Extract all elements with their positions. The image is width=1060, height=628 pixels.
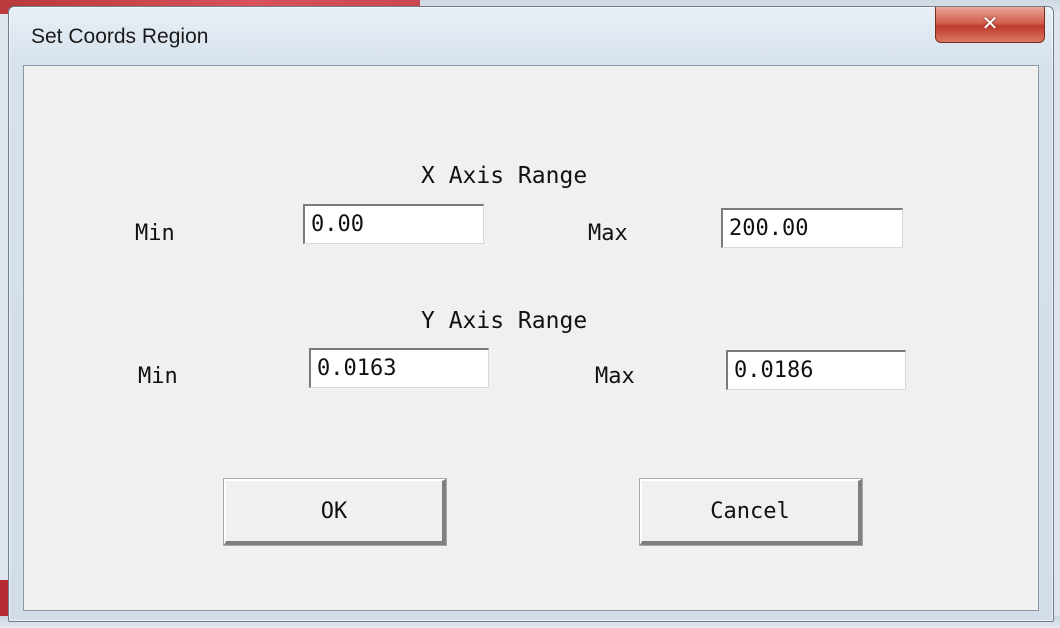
- set-coords-dialog: Set Coords Region ✕ X Axis Range Min Max…: [8, 6, 1054, 622]
- x-axis-range-heading: X Axis Range: [421, 163, 588, 189]
- dialog-title: Set Coords Region: [31, 25, 209, 48]
- y-min-label: Min: [138, 364, 178, 389]
- close-icon: ✕: [981, 11, 999, 35]
- x-min-input[interactable]: [303, 204, 484, 244]
- y-min-input[interactable]: [309, 348, 489, 388]
- y-max-label: Max: [595, 364, 635, 389]
- x-max-label: Max: [588, 221, 628, 246]
- close-button[interactable]: ✕: [935, 7, 1045, 43]
- x-max-input[interactable]: [721, 208, 903, 248]
- y-axis-range-heading: Y Axis Range: [421, 308, 588, 334]
- ok-button[interactable]: OK: [224, 479, 446, 545]
- dialog-client-area: X Axis Range Min Max Y Axis Range Min Ma…: [23, 65, 1039, 611]
- title-bar[interactable]: Set Coords Region ✕: [9, 7, 1053, 65]
- cancel-button[interactable]: Cancel: [640, 479, 862, 545]
- y-max-input[interactable]: [726, 350, 906, 390]
- x-min-label: Min: [135, 221, 175, 246]
